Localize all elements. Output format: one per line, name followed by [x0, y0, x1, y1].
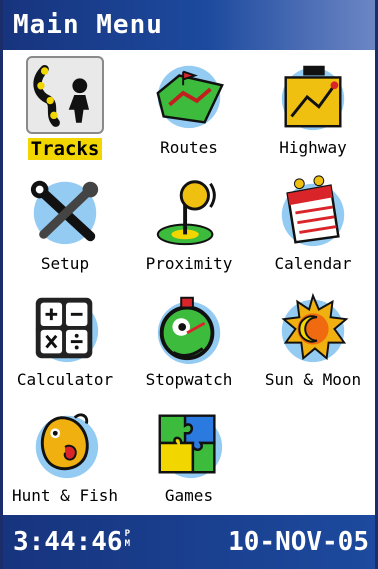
menu-item-label: Highway: [279, 138, 347, 157]
menu-item-routes[interactable]: Routes: [127, 50, 251, 166]
menu-item-highway[interactable]: Highway: [251, 50, 375, 166]
calendar-icon: [281, 175, 345, 247]
routes-icon: [156, 65, 224, 129]
menu-item-label: Sun & Moon: [264, 370, 362, 389]
hunt-fish-icon: [35, 413, 99, 479]
time-value: 3:44:46: [13, 527, 123, 557]
menu-item-setup[interactable]: Setup: [3, 166, 127, 282]
menu-item-label: Stopwatch: [145, 370, 233, 389]
menu-item-label: Calendar: [274, 254, 352, 273]
menu-item-calendar[interactable]: Calendar: [251, 166, 375, 282]
games-icon: [158, 414, 223, 479]
status-bar: 3:44:46 P M 10-NOV-05: [3, 515, 375, 569]
menu-item-label: Hunt & Fish: [12, 486, 118, 505]
am-pm-indicator: P M: [125, 529, 130, 549]
menu-item-label: Games: [164, 486, 214, 505]
menu-item-stopwatch[interactable]: Stopwatch: [127, 282, 251, 398]
gps-screen: Main Menu Tracks Routes Highway Setup Pr…: [0, 0, 378, 569]
am-pm-bottom: M: [124, 539, 130, 549]
tracks-icon: [26, 56, 104, 134]
menu-item-label: Proximity: [145, 254, 233, 273]
menu-item-label: Tracks: [27, 138, 103, 160]
menu-item-label: Calculator: [16, 370, 114, 389]
calculator-icon: [35, 297, 99, 363]
title-bar: Main Menu: [3, 0, 375, 50]
stopwatch-icon: [157, 296, 221, 365]
proximity-icon: [156, 180, 216, 246]
date-value: 10-NOV-05: [228, 527, 369, 557]
menu-item-sun-moon[interactable]: Sun & Moon: [251, 282, 375, 398]
highway-icon: [281, 65, 345, 131]
menu-item-label: Routes: [160, 138, 218, 157]
sun-moon-icon: [281, 292, 349, 363]
menu-item-games[interactable]: Games: [127, 398, 251, 514]
am-pm-top: P: [124, 529, 130, 539]
menu-grid: Tracks Routes Highway Setup Proximity Ca…: [3, 50, 375, 515]
page-title: Main Menu: [13, 10, 163, 40]
menu-item-tracks[interactable]: Tracks: [3, 50, 127, 166]
menu-item-calculator[interactable]: Calculator: [3, 282, 127, 398]
setup-icon: [30, 180, 99, 245]
menu-item-label: Setup: [40, 254, 90, 273]
menu-item-proximity[interactable]: Proximity: [127, 166, 251, 282]
menu-item-hunt-fish[interactable]: Hunt & Fish: [3, 398, 127, 514]
clock: 3:44:46 P M: [13, 527, 130, 557]
